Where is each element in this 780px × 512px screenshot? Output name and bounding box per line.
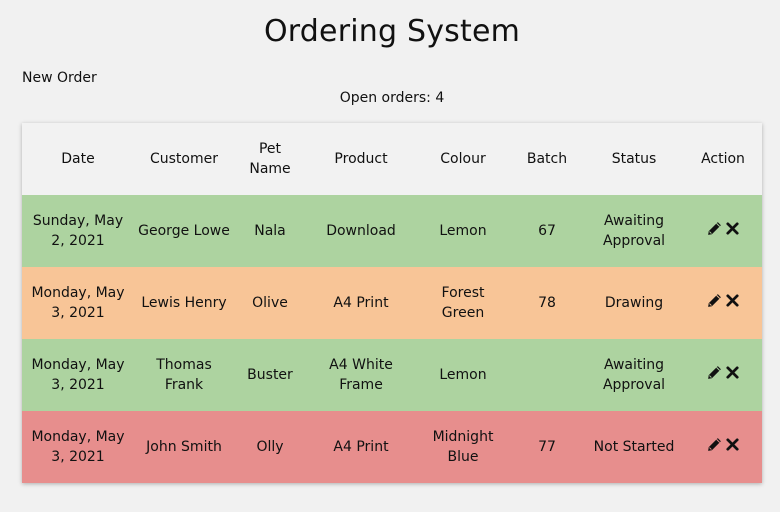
cell-colour: Midnight Blue: [432, 429, 494, 465]
cell-status: Not Started: [593, 439, 675, 455]
cell-batch: 77: [538, 439, 556, 455]
cell-pet-name: Olive: [252, 295, 288, 311]
column-header-pet-name: Pet Name: [249, 141, 291, 177]
pencil-icon[interactable]: [707, 365, 722, 380]
cell-product: A4 Print: [333, 439, 389, 455]
table-header-row: Date Customer Pet Name Product Colour Ba…: [22, 123, 762, 195]
cell-batch: 78: [538, 295, 556, 311]
open-orders-count: Open orders: 4: [339, 90, 445, 106]
table-row: Monday, May 3, 2021 John Smith Olly A4 P…: [22, 411, 762, 483]
table-row: Sunday, May 2, 2021 George Lowe Nala Dow…: [22, 195, 762, 267]
cell-customer: Thomas Frank: [156, 357, 212, 393]
cell-colour: Lemon: [439, 367, 487, 383]
cell-customer: George Lowe: [138, 223, 230, 239]
column-header-status: Status: [611, 151, 657, 167]
cell-product: Download: [326, 223, 396, 239]
cell-batch: 67: [538, 223, 556, 239]
table-row: Monday, May 3, 2021 Lewis Henry Olive A4…: [22, 267, 762, 339]
orders-table: Date Customer Pet Name Product Colour Ba…: [22, 123, 762, 483]
cell-status: Awaiting Approval: [602, 357, 666, 393]
close-icon[interactable]: [725, 365, 740, 380]
orders-table-container: Date Customer Pet Name Product Colour Ba…: [22, 123, 762, 483]
pencil-icon[interactable]: [707, 221, 722, 236]
table-row: Monday, May 3, 2021 Thomas Frank Buster …: [22, 339, 762, 411]
cell-product: A4 Print: [333, 295, 389, 311]
cell-date: Monday, May 3, 2021: [31, 285, 125, 321]
column-header-customer: Customer: [149, 151, 218, 167]
cell-status: Drawing: [604, 295, 664, 311]
cell-action: [684, 267, 762, 339]
column-header-colour: Colour: [440, 151, 486, 167]
cell-colour: Lemon: [439, 223, 487, 239]
cell-action: [684, 339, 762, 411]
cell-pet-name: Buster: [247, 367, 293, 383]
pencil-icon[interactable]: [707, 437, 722, 452]
close-icon[interactable]: [725, 293, 740, 308]
cell-customer: Lewis Henry: [141, 295, 227, 311]
cell-date: Sunday, May 2, 2021: [32, 213, 124, 249]
cell-action: [684, 195, 762, 267]
cell-product: A4 White Frame: [329, 357, 393, 393]
cell-pet-name: Nala: [254, 223, 286, 239]
cell-colour: Forest Green: [441, 285, 485, 321]
column-header-action: Action: [701, 151, 745, 167]
pencil-icon[interactable]: [707, 293, 722, 308]
cell-batch: [510, 339, 584, 411]
cell-status: Awaiting Approval: [602, 213, 666, 249]
cell-date: Monday, May 3, 2021: [31, 357, 125, 393]
new-order-link[interactable]: New Order: [22, 68, 97, 88]
column-header-date: Date: [61, 151, 95, 167]
close-icon[interactable]: [725, 437, 740, 452]
cell-pet-name: Olly: [256, 439, 284, 455]
close-icon[interactable]: [725, 221, 740, 236]
page-title: Ordering System: [263, 14, 521, 49]
cell-date: Monday, May 3, 2021: [31, 429, 125, 465]
cell-customer: John Smith: [146, 439, 222, 455]
column-header-product: Product: [334, 151, 388, 167]
column-header-batch: Batch: [526, 151, 568, 167]
cell-action: [684, 411, 762, 483]
